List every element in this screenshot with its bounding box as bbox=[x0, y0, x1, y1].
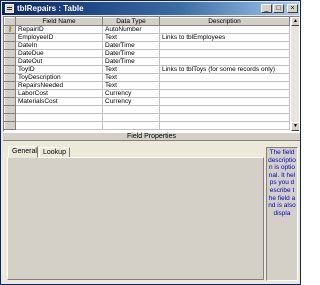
field-table: Field Name Data Type Description ⚷ Repair… bbox=[4, 17, 290, 130]
field-help-box: The field description is optional. It he… bbox=[266, 147, 298, 281]
description-cell[interactable] bbox=[159, 113, 290, 122]
table-row[interactable] bbox=[4, 113, 290, 122]
data-type-cell[interactable]: Date/Time bbox=[102, 49, 160, 58]
field-name-cell[interactable]: LaborCost bbox=[15, 89, 103, 98]
description-cell[interactable] bbox=[159, 121, 290, 130]
data-type-cell[interactable]: Text bbox=[102, 81, 160, 90]
field-name-cell[interactable]: MaterialsCost bbox=[15, 97, 103, 106]
data-type-cell[interactable]: Currency bbox=[102, 89, 160, 98]
grid-vertical-scrollbar[interactable]: ▲ ▼ bbox=[291, 17, 299, 131]
primary-key-icon: ⚷ bbox=[7, 26, 13, 33]
field-properties-header: Field Properties bbox=[3, 132, 300, 141]
table-row[interactable]: ToyID Text Links to tblToys (for some reco… bbox=[4, 65, 290, 74]
field-design-grid: Field Name Data Type Description ⚷ Repair… bbox=[3, 16, 300, 132]
description-cell[interactable] bbox=[159, 105, 290, 114]
data-type-cell[interactable] bbox=[102, 121, 160, 130]
close-button[interactable]: × bbox=[287, 4, 298, 13]
window-title: tblRepairs : Table bbox=[17, 4, 84, 13]
row-selector[interactable] bbox=[4, 81, 16, 90]
row-selector[interactable] bbox=[4, 33, 16, 42]
table-row[interactable]: DateIn Date/Time bbox=[4, 41, 290, 50]
field-name-cell[interactable] bbox=[15, 105, 103, 114]
row-selector[interactable] bbox=[4, 105, 16, 114]
data-type-cell[interactable]: Text bbox=[102, 65, 160, 74]
table-row[interactable]: DateOut Date/Time bbox=[4, 57, 290, 66]
column-header-field-name: Field Name bbox=[15, 17, 103, 26]
scroll-up-arrow-icon[interactable]: ▲ bbox=[291, 17, 299, 26]
table-design-window: tblRepairs : Table _ □ × Field Name Data… bbox=[0, 0, 301, 285]
table-row[interactable] bbox=[4, 105, 290, 114]
field-name-cell[interactable] bbox=[15, 121, 103, 130]
table-icon bbox=[5, 4, 14, 13]
description-cell[interactable] bbox=[159, 73, 290, 82]
field-name-cell[interactable]: DateIn bbox=[15, 41, 103, 50]
field-name-cell[interactable]: ToyDescription bbox=[15, 73, 103, 82]
table-row[interactable] bbox=[4, 121, 290, 130]
row-selector[interactable] bbox=[4, 49, 16, 58]
row-selector[interactable] bbox=[4, 121, 16, 130]
description-cell[interactable] bbox=[159, 81, 290, 90]
field-help-text: The field description is optional. It he… bbox=[268, 149, 296, 217]
table-row[interactable]: LaborCost Currency bbox=[4, 89, 290, 98]
row-selector[interactable] bbox=[4, 41, 16, 50]
row-selector-header bbox=[4, 17, 16, 26]
data-type-cell[interactable]: Text bbox=[102, 33, 160, 42]
field-name-cell[interactable]: RepairID bbox=[15, 25, 103, 34]
table-row[interactable]: MaterialsCost Currency bbox=[4, 97, 290, 106]
data-type-cell[interactable]: Date/Time bbox=[102, 41, 160, 50]
tab-general[interactable]: General bbox=[8, 146, 38, 158]
field-name-cell[interactable]: DateDue bbox=[15, 49, 103, 58]
field-name-cell[interactable]: RepairsNeeded bbox=[15, 81, 103, 90]
description-cell[interactable] bbox=[159, 89, 290, 98]
scroll-down-arrow-icon[interactable]: ▼ bbox=[291, 122, 299, 131]
minimize-button[interactable]: _ bbox=[261, 4, 272, 13]
column-header-data-type: Data Type bbox=[102, 17, 160, 26]
row-selector[interactable]: ⚷ bbox=[4, 25, 16, 34]
field-name-cell[interactable] bbox=[15, 113, 103, 122]
data-type-cell[interactable]: Currency bbox=[102, 97, 160, 106]
title-bar[interactable]: tblRepairs : Table _ □ × bbox=[2, 2, 299, 15]
row-selector[interactable] bbox=[4, 113, 16, 122]
row-selector[interactable] bbox=[4, 89, 16, 98]
column-header-description: Description bbox=[159, 17, 290, 26]
field-name-cell[interactable]: DateOut bbox=[15, 57, 103, 66]
general-tab-panel bbox=[7, 157, 264, 280]
row-selector[interactable] bbox=[4, 73, 16, 82]
grid-header-row: Field Name Data Type Description bbox=[4, 17, 290, 26]
table-row[interactable]: EmployeeID Text Links to tblEmployees bbox=[4, 33, 290, 42]
data-type-cell[interactable] bbox=[102, 113, 160, 122]
data-type-cell[interactable]: AutoNumber bbox=[102, 25, 160, 34]
maximize-button[interactable]: □ bbox=[273, 4, 284, 13]
row-selector[interactable] bbox=[4, 57, 16, 66]
description-cell[interactable] bbox=[159, 41, 290, 50]
description-cell[interactable] bbox=[159, 97, 290, 106]
table-row[interactable]: ToyDescription Text bbox=[4, 73, 290, 82]
table-row[interactable]: DateDue Date/Time bbox=[4, 49, 290, 58]
description-cell[interactable] bbox=[159, 25, 290, 34]
data-type-cell[interactable]: Date/Time bbox=[102, 57, 160, 66]
row-selector[interactable] bbox=[4, 65, 16, 74]
table-row[interactable]: ⚷ RepairID AutoNumber bbox=[4, 25, 290, 34]
description-cell[interactable] bbox=[159, 49, 290, 58]
table-row[interactable]: RepairsNeeded Text bbox=[4, 81, 290, 90]
field-name-cell[interactable]: EmployeeID bbox=[15, 33, 103, 42]
description-cell[interactable] bbox=[159, 57, 290, 66]
field-name-cell[interactable]: ToyID bbox=[15, 65, 103, 74]
description-cell[interactable]: Links to tblEmployees bbox=[159, 33, 290, 42]
description-cell[interactable]: Links to tblToys (for some records only) bbox=[159, 65, 290, 74]
row-selector[interactable] bbox=[4, 97, 16, 106]
data-type-cell[interactable] bbox=[102, 105, 160, 114]
data-type-cell[interactable]: Text bbox=[102, 73, 160, 82]
